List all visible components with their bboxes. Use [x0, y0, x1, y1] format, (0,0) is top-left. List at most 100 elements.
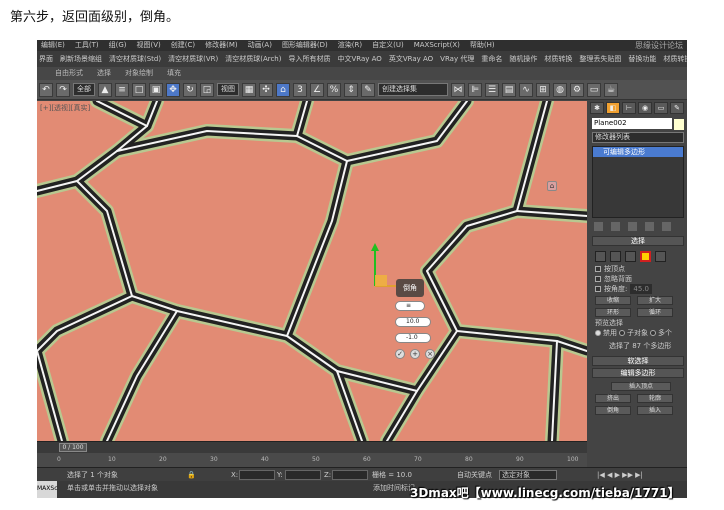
edit-polygons-rollout[interactable]: 编辑多边形 — [592, 368, 684, 378]
render-icon[interactable]: ☕ — [604, 82, 618, 97]
mirror-icon[interactable]: ⋈ — [451, 82, 465, 97]
plugin-button-2[interactable]: 清空材质球(Std) — [109, 51, 161, 67]
play-controls[interactable]: |◀ ◀ ▶ ▶▶ ▶| — [597, 468, 643, 482]
bevel-outline-field[interactable]: -1.0 — [395, 333, 431, 343]
preview-subobj-radio[interactable] — [619, 330, 625, 336]
plugin-button-12[interactable]: 整理丢失贴图 — [579, 51, 621, 67]
manipulate-icon[interactable]: ✣ — [259, 82, 273, 97]
reference-coord-dropdown[interactable]: 视图 — [217, 83, 239, 96]
snap-icon[interactable]: 3 — [293, 82, 307, 97]
autokey-label[interactable]: 自动关键点 — [457, 468, 492, 482]
modify-tab-icon[interactable]: ◧ — [606, 102, 620, 114]
plugin-button-8[interactable]: VRay 代理 — [440, 51, 474, 67]
redo-icon[interactable]: ↷ — [56, 82, 70, 97]
angle-snap-icon[interactable]: ∠ — [310, 82, 324, 97]
select-by-name-icon[interactable]: ≡ — [115, 82, 129, 97]
show-end-result-icon[interactable] — [611, 222, 620, 231]
border-mode-icon[interactable] — [625, 250, 636, 262]
make-unique-icon[interactable] — [628, 222, 637, 231]
outline-button[interactable]: 轮廓 — [637, 393, 673, 403]
time-slider-track[interactable]: 0 / 100 — [37, 441, 587, 453]
plugin-button-4[interactable]: 清空材质球(Arch) — [225, 51, 281, 67]
rotate-icon[interactable]: ↻ — [183, 82, 197, 97]
track-bar[interactable]: 0 10 20 30 40 50 60 70 80 90 100 — [37, 453, 587, 467]
plugin-button-0[interactable]: 界面 — [39, 51, 53, 67]
move-icon[interactable]: ✥ — [166, 82, 180, 97]
extrude-button[interactable]: 挤出 — [595, 393, 631, 403]
by-angle-checkbox[interactable] — [595, 286, 601, 292]
plugin-button-11[interactable]: 材质转换 — [544, 51, 572, 67]
menu-item-5[interactable]: 修改器(M) — [205, 40, 238, 51]
motion-tab-icon[interactable]: ◉ — [638, 102, 652, 114]
plugin-button-7[interactable]: 英文VRay AO — [389, 51, 433, 67]
selected-object-dropdown[interactable]: 选定对象 — [499, 470, 557, 480]
plugin-button-10[interactable]: 随机操作 — [509, 51, 537, 67]
object-name-field[interactable]: Plane002 — [592, 118, 672, 129]
modifier-list-dropdown[interactable]: 修改器列表 — [592, 132, 684, 143]
plugin-button-1[interactable]: 刷新场景缩组 — [60, 51, 102, 67]
menu-item-8[interactable]: 渲染(R) — [338, 40, 362, 51]
menu-item-9[interactable]: 自定义(U) — [372, 40, 404, 51]
bevel-type-field[interactable]: ≡ — [395, 301, 425, 311]
z-coordinate-field[interactable] — [332, 470, 368, 480]
select-object-icon[interactable]: ▲ — [98, 82, 112, 97]
bevel-height-field[interactable]: 10.0 — [395, 317, 431, 327]
menu-item-6[interactable]: 动画(A) — [248, 40, 272, 51]
selection-filter-dropdown[interactable]: 全部 — [73, 83, 95, 96]
utilities-tab-icon[interactable]: ✎ — [670, 102, 684, 114]
menu-item-3[interactable]: 视图(V) — [137, 40, 161, 51]
ring-button[interactable]: 环形 — [595, 307, 631, 317]
viewcube-icon[interactable]: ⌂ — [547, 181, 557, 191]
named-selection-set-dropdown[interactable]: 创建选择集 — [378, 83, 448, 96]
pivot-icon[interactable]: ▦ — [242, 82, 256, 97]
preview-multi-radio[interactable] — [650, 330, 656, 336]
render-frame-icon[interactable]: ▭ — [587, 82, 601, 97]
by-vertex-checkbox[interactable] — [595, 266, 601, 272]
element-mode-icon[interactable] — [655, 250, 666, 262]
scale-icon[interactable]: ◲ — [200, 82, 214, 97]
ribbon-tab-1[interactable]: 选择 — [97, 67, 111, 80]
plugin-button-3[interactable]: 清空材质球(VR) — [168, 51, 218, 67]
time-slider[interactable]: 0 / 100 — [59, 443, 87, 452]
menu-item-7[interactable]: 图形编辑器(D) — [282, 40, 328, 51]
ribbon-tab-0[interactable]: 自由形式 — [55, 67, 83, 80]
soft-selection-rollout[interactable]: 软选择 — [592, 356, 684, 366]
maxscript-listener[interactable]: MAXSc — [37, 481, 58, 498]
object-color-swatch[interactable] — [674, 119, 684, 130]
perspective-viewport[interactable]: [+][透视][真实] 倒角 ≡ 10.0 -1.0 ✓ + × ⌂ — [37, 101, 587, 441]
grow-button[interactable]: 扩大 — [637, 295, 673, 305]
insert-vertex-button[interactable]: 插入顶点 — [611, 381, 671, 391]
ribbon-tab-2[interactable]: 对象绘制 — [125, 67, 153, 80]
ribbon-tab-3[interactable]: 填充 — [167, 67, 181, 80]
stack-item-editable-poly[interactable]: 可编辑多边形 — [593, 147, 683, 157]
menu-item-11[interactable]: 帮助(H) — [470, 40, 495, 51]
edit-named-sel-icon[interactable]: ✎ — [361, 82, 375, 97]
plugin-button-9[interactable]: 重命名 — [481, 51, 502, 67]
menu-item-10[interactable]: MAXScript(X) — [414, 40, 460, 51]
x-coordinate-field[interactable] — [239, 470, 275, 480]
hierarchy-tab-icon[interactable]: ⊢ — [622, 102, 636, 114]
edge-mode-icon[interactable] — [610, 250, 621, 262]
inset-button[interactable]: 插入 — [637, 405, 673, 415]
remove-modifier-icon[interactable] — [645, 222, 654, 231]
caddy-cancel-icon[interactable]: × — [425, 349, 435, 359]
window-crossing-icon[interactable]: ▣ — [149, 82, 163, 97]
menu-item-1[interactable]: 工具(T) — [75, 40, 99, 51]
rect-select-icon[interactable]: □ — [132, 82, 146, 97]
pin-stack-icon[interactable] — [594, 222, 603, 231]
shrink-button[interactable]: 收缩 — [595, 295, 631, 305]
align-icon[interactable]: ⊫ — [468, 82, 482, 97]
bevel-button[interactable]: 倒角 — [595, 405, 631, 415]
angle-value-field[interactable]: 45.0 — [630, 284, 652, 294]
ignore-backfacing-checkbox[interactable] — [595, 276, 601, 282]
caddy-ok-icon[interactable]: ✓ — [395, 349, 405, 359]
caddy-apply-icon[interactable]: + — [410, 349, 420, 359]
lock-selection-icon[interactable]: 🔒 — [187, 468, 196, 482]
plugin-button-14[interactable]: 材质转换VRayMtl — [663, 51, 687, 67]
display-tab-icon[interactable]: ▭ — [654, 102, 668, 114]
add-time-tag-label[interactable]: 添加时间标记 — [373, 481, 415, 496]
keyboard-shortcut-icon[interactable]: ⌂ — [276, 82, 290, 97]
menu-item-2[interactable]: 组(G) — [109, 40, 127, 51]
curve-editor-icon[interactable]: ∿ — [519, 82, 533, 97]
ribbon-toggle-icon[interactable]: ▤ — [502, 82, 516, 97]
